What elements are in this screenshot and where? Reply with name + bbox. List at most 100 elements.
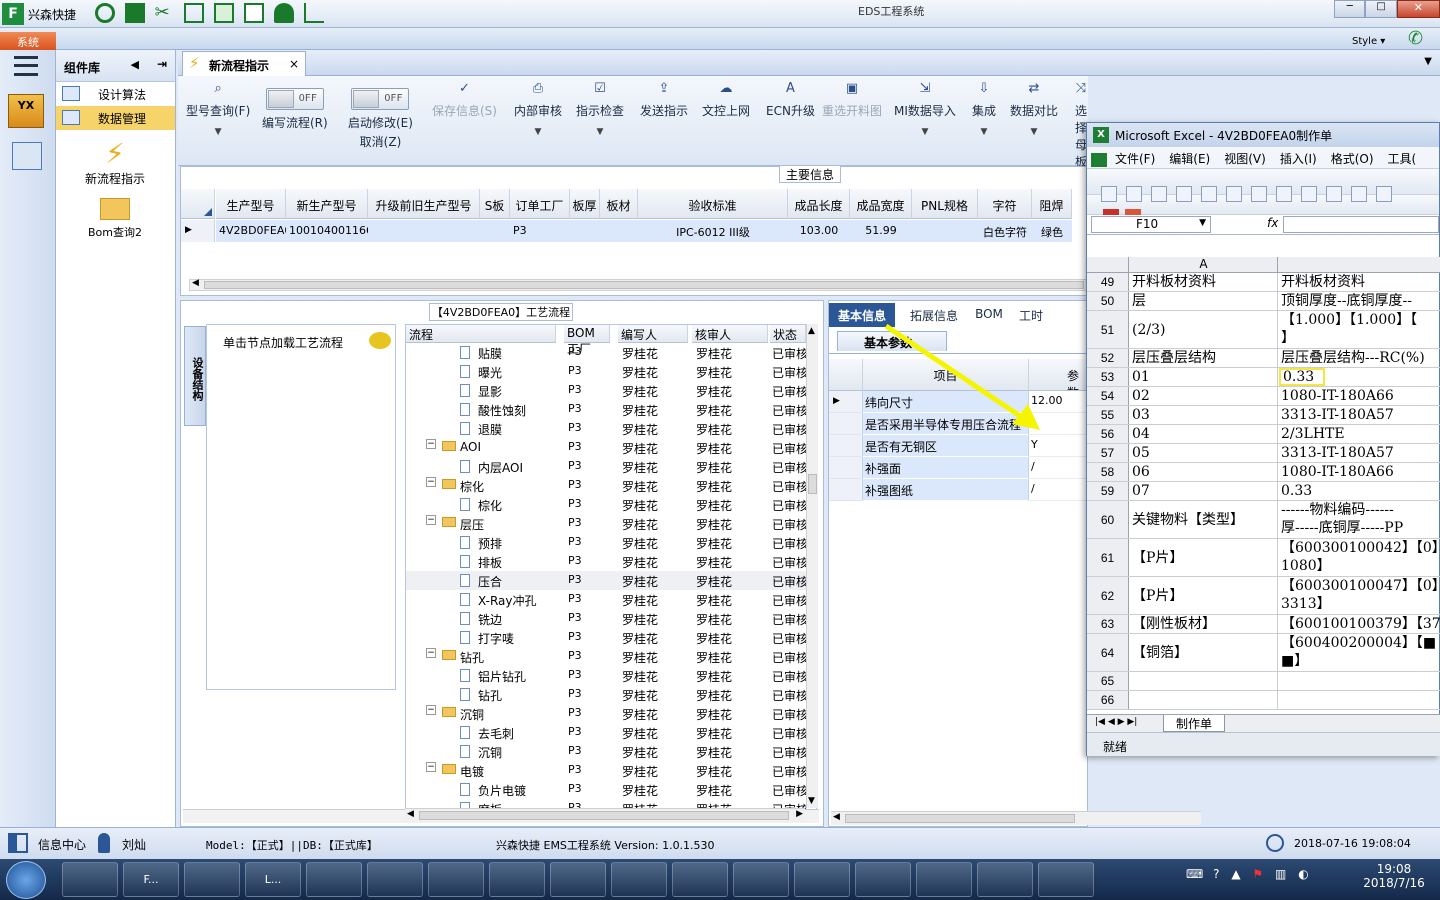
row-number[interactable]: 64 (1087, 634, 1129, 671)
grid-cell[interactable] (912, 220, 978, 242)
toolbar-item-8[interactable]: A ECN升级 (766, 82, 815, 119)
taskbar-shell-icon[interactable] (62, 862, 118, 897)
main-info-hscrollbar[interactable]: ◀ (189, 278, 1089, 291)
row-number[interactable]: 55 (1087, 406, 1129, 424)
cell-a[interactable]: 03 (1130, 406, 1278, 424)
select-all-cell[interactable] (1087, 257, 1129, 273)
taskbar-monitor-icon[interactable] (977, 862, 1033, 897)
cell-b[interactable]: 【600300100047】【0】 3313】 (1279, 577, 1440, 614)
word-doc-icon[interactable] (244, 3, 265, 23)
column-header[interactable]: 成品长度 (788, 189, 850, 219)
sheet-tab-production[interactable]: 制作单 (1163, 715, 1225, 732)
tab-new-flow-indicator[interactable]: ⚡ 新流程指示 × (182, 51, 306, 76)
spellcheck-icon[interactable] (1251, 186, 1267, 202)
cell-a[interactable]: 层 (1130, 292, 1278, 310)
row-number[interactable]: 58 (1087, 463, 1129, 481)
tree-column-header[interactable]: 状态 (770, 325, 806, 343)
taskbar-bird-icon[interactable] (855, 862, 911, 897)
close-button[interactable]: ✕ (1396, 0, 1440, 18)
tree-row[interactable]: 退膜 P3 罗桂花 罗桂花 已审核 (406, 419, 808, 438)
cell-b[interactable]: 1080-IT-180A66 (1279, 463, 1440, 481)
tree-column-header[interactable]: 流程 (406, 325, 556, 343)
copy-icon[interactable] (214, 3, 235, 23)
scissors-icon[interactable]: ✂ (155, 3, 175, 23)
row-number[interactable]: 50 (1087, 292, 1129, 310)
taskbar-excel-icon[interactable] (550, 862, 606, 897)
keyboard-icon[interactable]: ⌨ (1186, 867, 1203, 881)
toolbar-item-12[interactable]: ⇄ 数据对比 ▼ (1010, 82, 1058, 138)
cell-a[interactable]: 【P片】 (1130, 577, 1278, 614)
taskbar-excel-icon[interactable] (672, 862, 728, 897)
cell-b[interactable]: 1080-IT-180A66 (1279, 387, 1440, 405)
row-number[interactable]: 60 (1087, 501, 1129, 538)
column-header[interactable]: 升级前旧生产型号 (368, 189, 480, 219)
toolbar-item-10[interactable]: ⇲ MI数据导入 ▼ (894, 82, 956, 138)
toolbar-item-2[interactable]: OFF 启动修改(E) 取消(Z) (348, 82, 413, 150)
column-header[interactable]: 成品宽度 (850, 189, 912, 219)
maximize-button[interactable]: □ (1365, 0, 1397, 18)
grid-cell[interactable]: P3 (510, 220, 570, 242)
cell-b[interactable]: 3313-IT-180A57 (1279, 444, 1440, 462)
taskbar-ie-browser-icon[interactable] (306, 862, 362, 897)
cell-b[interactable]: 【1.000】【1.000】【】 (1279, 311, 1440, 348)
save-icon[interactable] (1151, 186, 1167, 202)
tree-row[interactable]: 负片电镀 P3 罗桂花 罗桂花 已审核 (406, 780, 808, 799)
excel-menu-item-3[interactable]: 插入(I) (1280, 152, 1317, 166)
column-header[interactable]: 验收标准 (638, 189, 788, 219)
excel-menu-item-0[interactable]: 文件(F) (1115, 152, 1155, 166)
tree-row[interactable]: 贴膜 P3 罗桂花 罗桂花 已审核 (406, 343, 808, 362)
flag-icon[interactable]: ⚑ (1252, 867, 1263, 881)
tree-row[interactable]: 打字唛 P3 罗桂花 罗桂花 已审核 (406, 628, 808, 647)
column-header[interactable]: 新生产型号 (286, 189, 368, 219)
film-icon[interactable] (184, 3, 205, 23)
tree-row[interactable]: 铣边 P3 罗桂花 罗桂花 已审核 (406, 609, 808, 628)
cell-a[interactable]: 04 (1130, 425, 1278, 443)
toolbar-item-6[interactable]: ⇪ 发送指示 (640, 82, 688, 119)
tree-row[interactable]: 酸性蚀刻 P3 罗桂花 罗桂花 已审核 (406, 400, 808, 419)
toggle-switch[interactable]: OFF (351, 88, 410, 110)
detail-item-label[interactable]: 补强图纸 (863, 479, 1029, 501)
new-flow-indicator-item[interactable]: ⚡ 新流程指示 (56, 138, 174, 187)
tree-row[interactable]: 显影 P3 罗桂花 罗桂花 已审核 (406, 381, 808, 400)
row-number[interactable]: 63 (1087, 615, 1129, 633)
tree-row[interactable]: 棕化 P3 罗桂花 罗桂花 已审核 (406, 495, 808, 514)
row-number[interactable]: 56 (1087, 425, 1129, 443)
row-number[interactable]: 59 (1087, 482, 1129, 500)
excel-menu-item-2[interactable]: 视图(V) (1224, 152, 1266, 166)
grid-cell[interactable]: 103.00 (788, 220, 850, 242)
excel-menu-item-4[interactable]: 格式(O) (1331, 152, 1374, 166)
column-header[interactable]: S板 (480, 189, 510, 219)
taskbar-paint-icon[interactable] (916, 862, 972, 897)
collapse-left-icon[interactable]: ◀ (131, 58, 139, 71)
format-painter-icon[interactable] (1376, 186, 1392, 202)
cell-a[interactable]: 层压叠层结构 (1130, 349, 1278, 367)
collapse-icon[interactable]: − (426, 439, 436, 449)
cell-b[interactable] (1279, 691, 1440, 709)
column-a-header[interactable]: A (1130, 257, 1278, 273)
info-center-label[interactable]: 信息中心 (38, 836, 86, 853)
tree-row[interactable]: 内层AOI P3 罗桂花 罗桂花 已审核 (406, 457, 808, 476)
tree-row[interactable]: 曝光 P3 罗桂花 罗桂花 已审核 (406, 362, 808, 381)
taskbar-pdf-icon[interactable] (1038, 862, 1094, 897)
excel-menu-item-5[interactable]: 工具( (1388, 152, 1417, 166)
toolbar-item-1[interactable]: OFF 编写流程(R) (262, 82, 328, 131)
pin-icon[interactable]: ⇥ (157, 57, 167, 71)
grid-cell[interactable]: 51.99 (850, 220, 912, 242)
cell-b[interactable]: 【600400200004】【■ ■】 (1279, 634, 1440, 671)
row-number[interactable]: 49 (1087, 273, 1129, 291)
row-number[interactable]: 61 (1087, 539, 1129, 576)
detail-item-value[interactable]: / (1029, 457, 1087, 479)
tree-row[interactable]: 预排 P3 罗桂花 罗桂花 已审核 (406, 533, 808, 552)
cell-a[interactable]: (2/3) (1130, 311, 1278, 348)
toolbar-item-5[interactable]: ☑ 指示检查 ▼ (576, 82, 624, 138)
cell-b[interactable]: 2/3LHTE (1279, 425, 1440, 443)
cell-b[interactable]: 层压叠层结构---RC(%) (1279, 349, 1440, 367)
dropdown-arrow-icon[interactable]: ▼ (186, 127, 250, 137)
cell-a[interactable]: 【刚性板材】 (1130, 615, 1278, 633)
taskbar-bird-icon[interactable] (367, 862, 423, 897)
user-icon[interactable] (273, 3, 294, 23)
dropdown-arrow-icon[interactable]: ▼ (972, 127, 996, 137)
tree-row[interactable]: 排板 P3 罗桂花 罗桂花 已审核 (406, 552, 808, 571)
grid-cell[interactable]: 绿色 (1032, 220, 1072, 242)
sidebar-item-0[interactable]: 设计算法 (56, 82, 175, 106)
